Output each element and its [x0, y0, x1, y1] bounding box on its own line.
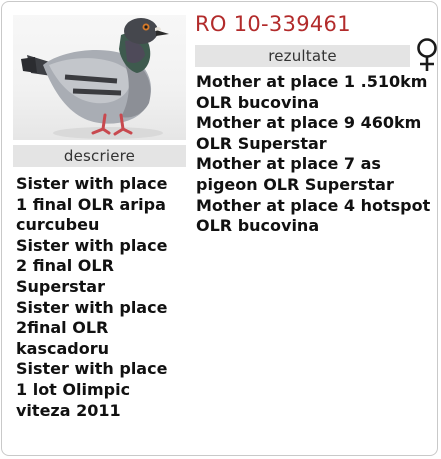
- result-item: Mother at place 1 .510km OLR bucovina: [196, 72, 428, 112]
- description-list: Sister with place 1 final OLR aripa curc…: [16, 174, 184, 455]
- ring-number-link[interactable]: RO 10-339461: [195, 12, 351, 36]
- description-item: Sister with place 1 lot Olimpic viteza 2…: [16, 359, 168, 420]
- pigeon-card: descriere Sister with place 1 final OLR …: [1, 1, 438, 456]
- result-item: Mother at place 7 as pigeon OLR Supersta…: [196, 154, 394, 194]
- results-list: Mother at place 1 .510km OLR bucovina Mo…: [196, 72, 436, 237]
- female-symbol-icon: [414, 37, 437, 73]
- description-item: Sister with place 2final OLR kascadoru: [16, 297, 168, 358]
- description-item: Sister with place 1 final OLR aripa curc…: [16, 174, 168, 235]
- description-section-label: descriere: [13, 145, 186, 167]
- result-item: Mother at place 4 hotspot OLR bucovina: [196, 195, 431, 236]
- description-item: Sister with place 2 final OLR Superstar: [16, 235, 168, 296]
- result-item: Mother at place 9 460km OLR Superstar: [196, 113, 422, 153]
- pigeon-image: [21, 18, 169, 139]
- pigeon-photo[interactable]: [13, 15, 186, 140]
- results-section-label: rezultate: [195, 45, 410, 67]
